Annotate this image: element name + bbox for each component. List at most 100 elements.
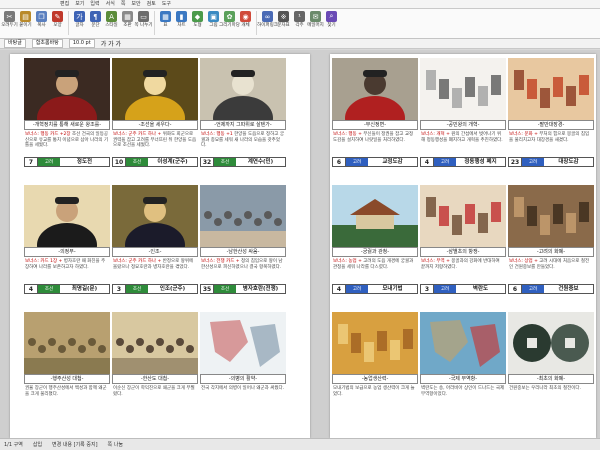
card-illustration	[24, 58, 110, 120]
right-page-card: -공민왕의 개혁- 보너스: 개혁 + 원의 간섭에서 벗어나기 위해 정동행성을…	[420, 58, 506, 182]
ribbon-button[interactable]: ▭ 쪽 나누기	[134, 11, 153, 28]
card-info-row: 3 고려 벽란도	[420, 284, 506, 294]
document-page-right: -무신정변- 보너스: 행동 + 무신들이 정권을 잡고 교정도감을 설치하여 나…	[330, 54, 596, 438]
left-page-card: -남한산성 싸움- 보너스: 전쟁 카드 + 청의 침입으로 왕이 남한산성으로 …	[200, 185, 286, 309]
font-select[interactable]: 함초롬바탕	[31, 39, 63, 48]
card-bonus: 보너스: 문화 +	[509, 132, 538, 137]
char-format-buttons[interactable]: 가 가 가	[101, 39, 121, 48]
card-name: 벽란도	[472, 286, 489, 292]
card-bonus: 보너스: 행동 카드 +2장	[25, 132, 71, 137]
ribbon-separator	[68, 11, 69, 35]
sketch-illustration	[420, 58, 506, 120]
card-illustration	[112, 185, 198, 247]
card-era-badge: 조선	[126, 285, 148, 293]
char-shape-icon: 가	[74, 11, 85, 22]
ribbon-button-label: 도형	[193, 23, 202, 28]
ribbon-button[interactable]: ⌕ 찾기	[324, 11, 339, 28]
card-era-badge: 고려	[522, 158, 544, 166]
ribbon-button[interactable]: A 스타일	[104, 11, 119, 28]
ribbon-button[interactable]: ✉ 메일머지	[307, 11, 324, 28]
ribbon-button-label: 쪽 나누기	[134, 23, 153, 28]
right-page-card: -삼별초의 항쟁- 보너스: 무역 + 몽골과의 강화에 반대하여 끝까지 저항하…	[420, 185, 506, 309]
ribbon-button[interactable]: ❐ 복사	[34, 11, 49, 28]
ribbon-button[interactable]: ▮ 차트	[174, 11, 189, 28]
ribbon-tab[interactable]: 보기	[75, 0, 84, 8]
card-name: 병자호란(전쟁)	[242, 286, 279, 292]
ribbon-button-label: 메일머지	[307, 23, 324, 28]
card-bonus: 보너스: 행동 +	[333, 132, 362, 137]
ribbon-button[interactable]: ¹ 각주	[292, 11, 307, 28]
card-number: 4	[333, 285, 346, 293]
card-title: -남한산성 싸움-	[200, 247, 286, 257]
card-number: 32	[201, 158, 214, 166]
ribbon-tab[interactable]: 입력	[90, 0, 99, 8]
ribbon-button[interactable]: ∞ 하이퍼링크	[257, 11, 278, 28]
copy-icon: ❐	[36, 11, 47, 22]
ribbon-button-label: 문단	[91, 23, 100, 28]
card-illustration	[508, 185, 594, 247]
ribbon-button[interactable]: ▤ 붙이기	[18, 11, 33, 28]
card-era-badge: 고려	[38, 158, 60, 166]
seamap-illustration	[420, 312, 506, 374]
card-info-row: 4 고려 정동행성 폐지	[420, 157, 506, 167]
chart-icon: ▮	[176, 11, 187, 22]
ribbon-button[interactable]: ◆ 도형	[190, 11, 205, 28]
ribbon-button[interactable]: ✿ 그리기마당	[219, 11, 240, 28]
portrait-king2-illustration	[112, 185, 198, 247]
ribbon-button[interactable]: ¶ 문단	[88, 11, 103, 28]
card-number: 10	[113, 158, 126, 166]
ribbon-tab[interactable]: 서식	[106, 0, 115, 8]
picture-icon: ▣	[208, 11, 219, 22]
card-name: 계연수(민)	[247, 159, 274, 165]
style-select[interactable]: 바탕글	[4, 39, 26, 48]
ribbon-button[interactable]: 가 글자	[72, 11, 87, 28]
portrait-red-illustration	[24, 58, 110, 120]
left-page-card: -인조- 보너스: 군주 카드 하나 + 반정으로 왕위에 올랐으나 정묘호란과 …	[112, 185, 198, 309]
format-copy-icon: ✎	[52, 11, 63, 22]
font-size-select[interactable]: 10.0 pt	[68, 39, 95, 48]
right-page-card: -고려의 화폐- 보너스: 상업 + 고려 시대에 처음으로 철전인 건원중보를 …	[508, 185, 594, 309]
left-page-card: -개혁정치를 통해 새로운 왕조를- 보너스: 행동 카드 +2장 조선 건국의 …	[24, 58, 110, 182]
card-number: 4	[421, 158, 434, 166]
card-bonus: 보너스: 무역 +	[421, 259, 450, 264]
scholars-illustration	[508, 185, 594, 247]
card-number: 35	[201, 285, 214, 293]
portrait-poster-illustration	[200, 58, 286, 120]
card-title: -고려의 화폐-	[508, 247, 594, 257]
right-page-card: -궁궐과 관청- 보너스: 농업 + 고려의 도읍 개경에 궁궐과 관청을 세워 …	[332, 185, 418, 309]
ribbon-tab[interactable]: 쪽	[121, 0, 126, 8]
card-description: 이순신 장군이 학익진으로 왜군을 크게 무찔렀다.	[113, 386, 195, 397]
card-illustration	[200, 312, 286, 374]
card-name: 모내기법	[382, 286, 403, 292]
ribbon-tab[interactable]: 도구	[162, 0, 171, 8]
ribbon-button[interactable]: ▦ 표	[158, 11, 173, 28]
format-toolbar: 바탕글 함초롬바탕 10.0 pt 가 가 가	[0, 39, 600, 49]
status-item: 쪽 나눔	[107, 442, 123, 448]
card-era-badge: 고려	[434, 158, 456, 166]
card-illustration	[24, 185, 110, 247]
ribbon-button[interactable]: ▦ 조판	[120, 11, 135, 28]
ribbon-button[interactable]: ◉ 개체	[238, 11, 253, 28]
ribbon-tab[interactable]: 보안	[131, 0, 140, 8]
card-description: 권율 장군이 행주산성에서 백성과 함께 왜군을 크게 물리쳤다.	[25, 386, 107, 397]
card-info-row: 6 고려 건원중보	[508, 284, 594, 294]
coins-illustration	[508, 312, 594, 374]
card-description: 보너스: 군주 카드 하나 + 반정으로 왕위에 올랐으나 정묘호란과 병자호란…	[113, 259, 194, 270]
ribbon-tab[interactable]: 편집	[60, 0, 69, 8]
ribbon-button[interactable]: ✂ 오려두기	[1, 11, 18, 28]
card-number: 3	[113, 285, 126, 293]
status-bar: 1/1 구역 삽입 변경 내용 [기록 중지] 쪽 나눔	[0, 438, 600, 450]
card-illustration	[332, 185, 418, 247]
card-illustration	[420, 185, 506, 247]
card-name: 정동행성 폐지	[464, 159, 497, 165]
card-number: 3	[421, 285, 434, 293]
ribbon-button-label: 붙이기	[19, 23, 32, 28]
ribbon-button-label: 오려두기	[1, 23, 18, 28]
ribbon-button[interactable]: ✎ 모양	[50, 11, 65, 28]
ribbon-tab[interactable]: 검토	[147, 0, 156, 8]
link-icon: ∞	[262, 11, 273, 22]
layout-icon: ▦	[122, 11, 133, 22]
card-title: -궁궐과 관청-	[332, 247, 418, 257]
card-era-badge: 조선	[38, 285, 60, 293]
ribbon-button[interactable]: ※ 문자표	[276, 11, 291, 28]
